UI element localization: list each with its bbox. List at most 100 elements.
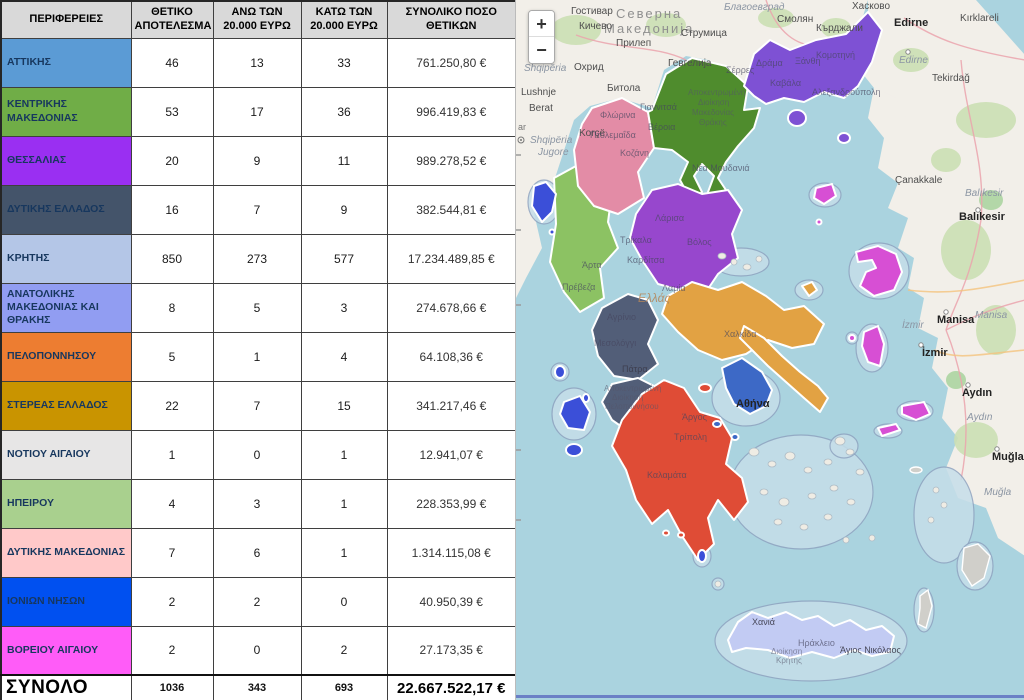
total-above: 343 [213,675,301,700]
map-label: Κομοτηνή [816,50,855,60]
map-label: Гевгелија [668,58,712,69]
total-positive: 1036 [131,675,213,700]
map-label: Νέα Μουδανιά [692,163,750,173]
table-row: ΘΕΣΣΑΛΙΑΣ20911989.278,52 € [1,136,516,185]
greece-map-canvas[interactable]: ar СевернаМакедонијаГостиварКичевоПрилеп… [516,0,1024,700]
zoom-in-button[interactable]: + [529,11,554,37]
map-label: Благоевград [724,2,785,13]
regions-table-panel: ΠΕΡΙΦΕΡΕΙΕΣ ΘΕΤΙΚΟ ΑΠΟΤΕΛΕΣΜΑ ΑΝΩ ΤΩΝ 20… [0,0,515,700]
table-row: ΣΤΕΡΕΑΣ ΕΛΛΑΔΟΣ22715341.217,46 € [1,381,516,430]
map-label: Αποκεντρωμένη [688,88,745,97]
map-label: Balıkesir [965,188,1004,199]
amount-cell: 27.173,35 € [387,626,516,675]
above-value-cell: 9 [213,136,301,185]
map-label: Прилеп [616,38,651,49]
map-label: Αλεξανδρούπολη [812,87,880,97]
total-below: 693 [301,675,387,700]
amount-cell: 40.950,39 € [387,577,516,626]
map-label: Αθήνα [736,398,770,410]
positive-value-cell: 850 [131,234,213,283]
map-label: Shqipëria [530,135,573,146]
table-row: ΗΠΕΙΡΟΥ431228.353,99 € [1,479,516,528]
island-lefkada[interactable] [555,366,565,378]
island-paxoi[interactable] [550,230,555,235]
map-label: Φλώρινα [600,110,635,120]
total-amount: 22.667.522,17 € [387,675,516,700]
amount-cell: 12.941,07 € [387,430,516,479]
map-label: Струмица [681,28,727,39]
region-name-cell: ΑΤΤΙΚΗΣ [1,38,131,87]
map-label: İzmir [902,319,924,331]
above-value-cell: 13 [213,38,301,87]
table-row: ΔΥΤΙΚΗΣ ΕΛΛΑΔΟΣ1679382.544,81 € [1,185,516,234]
map-label: Καλαμάτα [647,470,687,480]
map-label: Гостивар [571,6,613,17]
map-label: Αποκεντρωμένη [604,384,661,393]
above-value-cell: 6 [213,528,301,577]
amount-cell: 228.353,99 € [387,479,516,528]
positive-value-cell: 20 [131,136,213,185]
map-panel[interactable]: ar СевернаМакедонијаГостиварКичевоПрилеп… [515,0,1024,700]
island-kythira[interactable] [698,550,706,562]
region-name-cell: ΠΕΛΟΠΟΝΝΗΣΟΥ [1,332,131,381]
islet-corinthia[interactable] [699,384,711,392]
map-label: Λάρισα [655,213,684,223]
region-name-cell: ΝΟΤΙΟΥ ΑΙΓΑΙΟΥ [1,430,131,479]
map-label: Άγιος Νικόλαος [840,645,901,655]
app-window: ΠΕΡΙΦΕΡΕΙΕΣ ΘΕΤΙΚΟ ΑΠΟΤΕΛΕΣΜΑ ΑΝΩ ΤΩΝ 20… [0,0,1024,700]
header-below-20000: ΚΑΤΩ ΤΩΝ 20.000 ΕΥΡΩ [301,1,387,38]
above-value-cell: 273 [213,234,301,283]
region-name-cell: ΗΠΕΙΡΟΥ [1,479,131,528]
island-salamis[interactable] [713,421,721,427]
island-aegina[interactable] [732,434,739,440]
map-label: Ηράκλειο [798,638,835,648]
islet-elafonisos[interactable] [663,531,669,536]
island-agios-efstratios[interactable] [817,220,822,225]
island-zakynthos[interactable] [566,444,582,456]
map-label: Edirne [894,17,928,29]
below-value-cell: 1 [301,430,387,479]
below-value-cell: 1 [301,528,387,577]
island-samothrace[interactable] [838,133,850,143]
region-name-cell: ΔΥΤΙΚΗΣ ΕΛΛΑΔΟΣ [1,185,131,234]
map-label: Γιαννιτσά [640,102,677,112]
region-name-cell: ΔΥΤΙΚΗΣ ΜΑΚΕΔΟΝΙΑΣ [1,528,131,577]
map-label: Θράκης [699,118,727,127]
island-thasos[interactable] [788,110,806,126]
map-label: Χαλκίδα [724,329,756,339]
table-header-row: ΠΕΡΙΦΕΡΕΙΕΣ ΘΕΤΙΚΟ ΑΠΟΤΕΛΕΣΜΑ ΑΝΩ ΤΩΝ 20… [1,1,516,38]
islet-south[interactable] [678,533,684,538]
map-label: Çanakkale [895,175,943,186]
map-label: Kırklareli [960,13,999,24]
map-label: Σέρρες [726,65,755,75]
amount-cell: 996.419,83 € [387,87,516,136]
map-label: Διοίκηση [698,98,729,107]
city-marker [906,50,910,54]
map-label: Manisa [937,314,975,326]
map-label: Охрид [574,62,604,73]
below-value-cell: 33 [301,38,387,87]
below-value-cell: 11 [301,136,387,185]
map-label: Κοζάνη [620,148,649,158]
below-value-cell: 0 [301,577,387,626]
island-psara[interactable] [849,335,855,341]
map-label: Balıkesir [959,211,1006,223]
regions-table: ΠΕΡΙΦΕΡΕΙΕΣ ΘΕΤΙΚΟ ΑΠΟΤΕΛΕΣΜΑ ΑΝΩ ΤΩΝ 20… [0,0,517,700]
header-total-amount: ΣΥΝΟΛΙΚΟ ΠΟΣΟ ΘΕΤΙΚΩΝ [387,1,516,38]
amount-cell: 989.278,52 € [387,136,516,185]
island-ithaca[interactable] [583,394,589,402]
region-name-cell: ΒΟΡΕΙΟΥ ΑΙΓΑΙΟΥ [1,626,131,675]
positive-value-cell: 2 [131,577,213,626]
below-value-cell: 9 [301,185,387,234]
map-label: Muğla [992,451,1024,463]
map-label: Καρδίτσα [627,255,664,265]
amount-cell: 274.678,66 € [387,283,516,332]
map-label: Διοίκηση [771,647,802,656]
below-value-cell: 577 [301,234,387,283]
map-label: Кичево [579,21,612,32]
positive-value-cell: 4 [131,479,213,528]
above-value-cell: 7 [213,185,301,234]
zoom-out-button[interactable]: − [529,37,554,63]
above-value-cell: 0 [213,626,301,675]
table-row: ΚΕΝΤΡΙΚΗΣ ΜΑΚΕΔΟΝΙΑΣ531736996.419,83 € [1,87,516,136]
